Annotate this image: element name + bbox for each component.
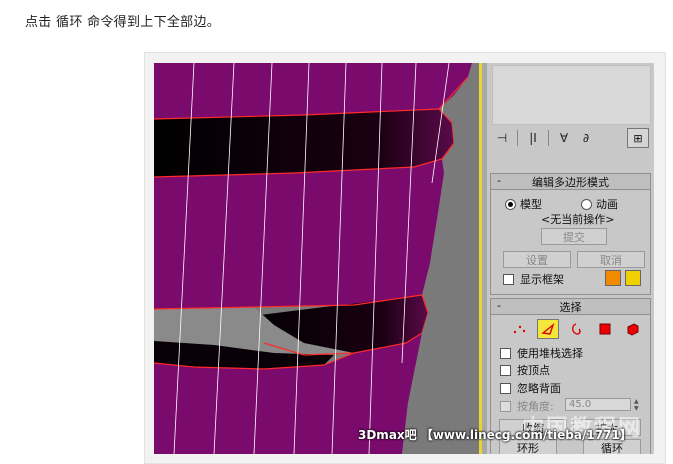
show-end-result-icon[interactable]: |Ι [523, 128, 543, 148]
current-operation-label: <无当前操作> [541, 213, 615, 226]
selection-title: 选择 [559, 300, 582, 314]
radio-animate[interactable]: 动画 [581, 196, 618, 212]
element-mode-icon[interactable] [623, 319, 643, 339]
watermark-text: 3Dmax吧 【www.linecg.com/tieba/1771】 [358, 428, 632, 442]
edit-poly-mode-header[interactable]: - 编辑多边形模式 [491, 174, 650, 190]
selection-header[interactable]: - 选择 [491, 299, 650, 315]
by-vertex-checkbox[interactable]: 按顶点 [500, 362, 550, 378]
ignore-backfacing-checkbox[interactable]: 忽略背面 [500, 380, 561, 396]
cage-color-swatch-2[interactable] [625, 270, 641, 286]
make-unique-icon[interactable]: ∀ [554, 128, 574, 148]
modifier-stack-area [492, 65, 651, 125]
caption-text: 点击 循环 命令得到上下全部边。 [25, 15, 221, 30]
cancel-button[interactable]: 取消 [577, 251, 645, 268]
border-mode-icon[interactable] [567, 319, 587, 339]
command-panel: ⊣ |Ι ∀ ∂ ⊞ - 编辑多边形模式 模型 动画 <无当前操作> 提交 设置… [487, 63, 654, 454]
cage-color-swatch-1[interactable] [605, 270, 621, 286]
viewport[interactable] [154, 63, 480, 454]
polygon-mode-icon[interactable] [595, 319, 615, 339]
commit-button[interactable]: 提交 [541, 228, 607, 245]
remove-modifier-icon[interactable]: ∂ [576, 128, 596, 148]
edit-poly-mode-rollout: - 编辑多边形模式 模型 动画 <无当前操作> 提交 设置 取消 显示框架 [490, 173, 651, 295]
vertex-mode-icon[interactable] [509, 319, 529, 339]
mesh-middle-section [154, 159, 444, 309]
edit-poly-mode-title: 编辑多边形模式 [532, 175, 609, 189]
radio-model[interactable]: 模型 [505, 196, 542, 212]
viewport-mesh [154, 63, 480, 454]
pin-stack-icon[interactable]: ⊣ [492, 128, 512, 148]
stack-toolbar: ⊣ |Ι ∀ ∂ ⊞ [492, 127, 649, 149]
settings-button[interactable]: 设置 [503, 251, 571, 268]
subobject-level-icons [509, 319, 643, 339]
edge-mode-icon[interactable] [537, 319, 559, 339]
use-stack-selection-checkbox[interactable]: 使用堆栈选择 [500, 345, 583, 361]
show-cage-checkbox[interactable]: 显示框架 [503, 271, 564, 287]
configure-modifier-sets-icon[interactable]: ⊞ [627, 128, 649, 148]
